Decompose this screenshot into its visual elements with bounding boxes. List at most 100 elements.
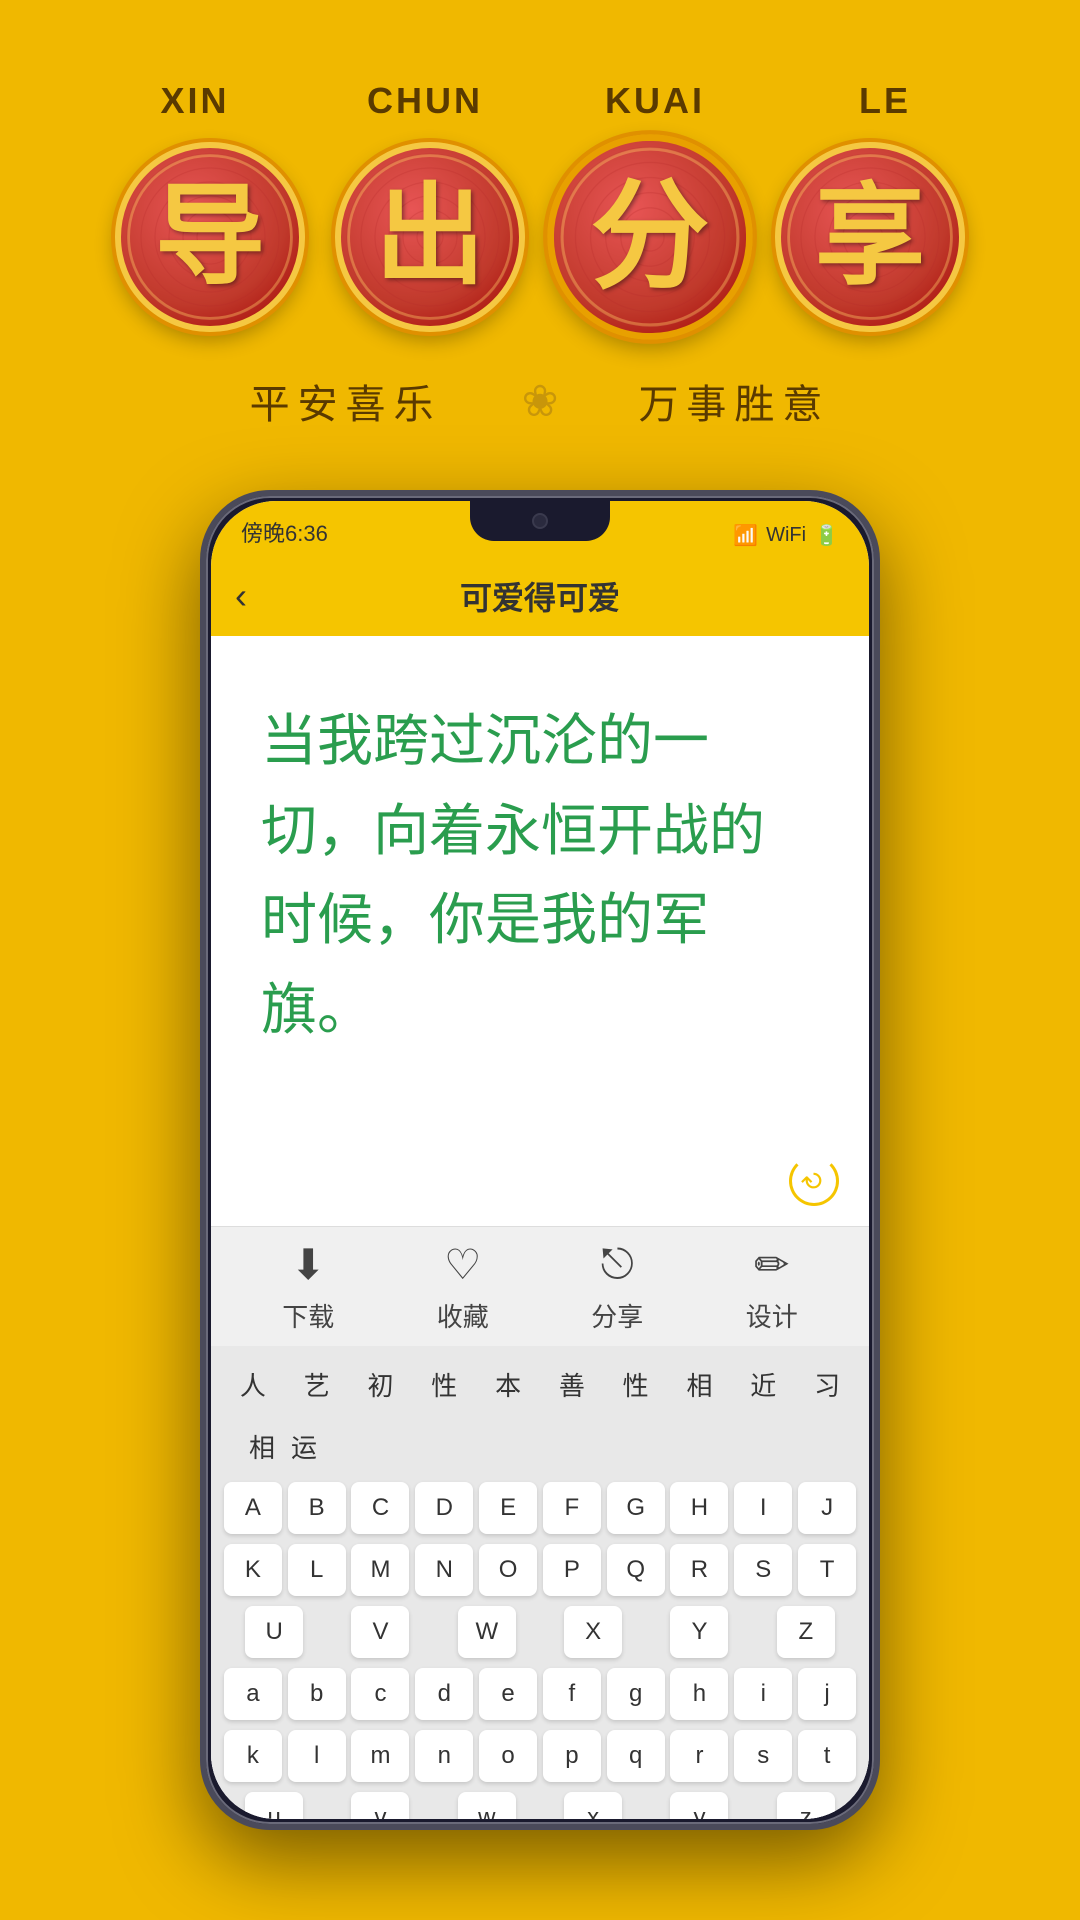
power-button (200, 736, 204, 836)
download-label: 下载 (282, 1297, 334, 1334)
key-D[interactable]: D (415, 1482, 473, 1534)
key-Y[interactable]: Y (670, 1606, 728, 1658)
key-u[interactable]: u (245, 1792, 303, 1819)
sub-row: 平安喜乐 ❀ 万事胜意 (250, 372, 831, 430)
content-area: 当我跨过沉沦的一切，向着永恒开战的时候，你是我的军旗。 ↻ ⬇ 下载 ♡ 收藏 (211, 636, 869, 1819)
coin-chun[interactable]: 出 (335, 142, 525, 332)
key-xing1[interactable]: 性 (423, 1358, 465, 1410)
key-xiang2[interactable]: 相 (241, 1420, 283, 1472)
key-xing2[interactable]: 性 (615, 1358, 657, 1410)
labels-row: XIN CHUN KUAI LE (110, 80, 970, 122)
key-J[interactable]: J (798, 1482, 856, 1534)
key-xi[interactable]: 习 (806, 1358, 848, 1410)
coins-row: 导 出 分 享 (115, 142, 965, 332)
key-A[interactable]: A (224, 1482, 282, 1534)
key-d[interactable]: d (415, 1668, 473, 1720)
key-q[interactable]: q (607, 1730, 665, 1782)
keyboard-row-a-j: A B C D E F G H I J (221, 1482, 859, 1534)
key-n[interactable]: n (415, 1730, 473, 1782)
key-chu[interactable]: 初 (359, 1358, 401, 1410)
back-button[interactable]: ‹ (235, 575, 247, 617)
key-g[interactable]: g (607, 1668, 665, 1720)
label-kuai: KUAI (570, 80, 740, 122)
key-V[interactable]: V (351, 1606, 409, 1658)
key-M[interactable]: M (351, 1544, 409, 1596)
key-G[interactable]: G (607, 1482, 665, 1534)
keyboard-row-a-j-lower: a b c d e f g h i j (221, 1668, 859, 1720)
key-a[interactable]: a (224, 1668, 282, 1720)
key-X[interactable]: X (564, 1606, 622, 1658)
text-display: 当我跨过沉沦的一切，向着永恒开战的时候，你是我的军旗。 ↻ (211, 636, 869, 1226)
coin-xin[interactable]: 导 (115, 142, 305, 332)
key-shan[interactable]: 善 (551, 1358, 593, 1410)
key-j[interactable]: j (798, 1668, 856, 1720)
key-w[interactable]: w (458, 1792, 516, 1819)
key-v[interactable]: v (351, 1792, 409, 1819)
key-F[interactable]: F (543, 1482, 601, 1534)
key-yun[interactable]: 运 (283, 1420, 325, 1472)
key-h[interactable]: h (670, 1668, 728, 1720)
wifi-icon: WiFi (766, 524, 806, 547)
favorite-action[interactable]: ♡ 收藏 (437, 1240, 489, 1334)
key-ren[interactable]: 人 (232, 1358, 274, 1410)
key-E[interactable]: E (479, 1482, 537, 1534)
key-f[interactable]: f (543, 1668, 601, 1720)
key-W[interactable]: W (458, 1606, 516, 1658)
key-xiang1[interactable]: 相 (678, 1358, 720, 1410)
key-s[interactable]: s (734, 1730, 792, 1782)
key-Q[interactable]: Q (607, 1544, 665, 1596)
key-K[interactable]: K (224, 1544, 282, 1596)
status-time: 傍晚6:36 (241, 516, 328, 548)
key-R[interactable]: R (670, 1544, 728, 1596)
coin-le[interactable]: 享 (775, 142, 965, 332)
coin-kuai[interactable]: 分 (547, 134, 752, 339)
phone-notch (470, 501, 610, 541)
key-jin[interactable]: 近 (742, 1358, 784, 1410)
key-B[interactable]: B (288, 1482, 346, 1534)
design-action[interactable]: ✏ 设计 (746, 1240, 798, 1334)
key-P[interactable]: P (543, 1544, 601, 1596)
key-Z[interactable]: Z (777, 1606, 835, 1658)
key-C[interactable]: C (351, 1482, 409, 1534)
key-r[interactable]: r (670, 1730, 728, 1782)
key-U[interactable]: U (245, 1606, 303, 1658)
page-title: 可爱得可爱 (460, 573, 620, 619)
phone-screen: 傍晚6:36 📶 WiFi 🔋 ‹ 可爱得可爱 当我跨过沉沦的一切，向着永恒开战… (211, 501, 869, 1819)
key-c[interactable]: c (351, 1668, 409, 1720)
key-ben[interactable]: 本 (487, 1358, 529, 1410)
download-action[interactable]: ⬇ 下载 (282, 1240, 334, 1334)
favorite-icon: ♡ (444, 1240, 482, 1289)
share-label: 分享 (591, 1297, 643, 1334)
key-k[interactable]: k (224, 1730, 282, 1782)
key-H[interactable]: H (670, 1482, 728, 1534)
keyboard-row-k-t: K L M N O P Q R S T (221, 1544, 859, 1596)
key-p[interactable]: p (543, 1730, 601, 1782)
key-y[interactable]: y (670, 1792, 728, 1819)
key-e[interactable]: e (479, 1668, 537, 1720)
phone-container: 傍晚6:36 📶 WiFi 🔋 ‹ 可爱得可爱 当我跨过沉沦的一切，向着永恒开战… (0, 490, 1080, 1830)
key-i[interactable]: i (734, 1668, 792, 1720)
favorite-label: 收藏 (437, 1297, 489, 1334)
key-O[interactable]: O (479, 1544, 537, 1596)
share-action[interactable]: ⎋ 分享 (591, 1240, 643, 1334)
key-t[interactable]: t (798, 1730, 856, 1782)
keyboard-row-u-z-lower: u v w x y z (221, 1792, 859, 1819)
camera-icon (532, 513, 548, 529)
key-N[interactable]: N (415, 1544, 473, 1596)
key-o[interactable]: o (479, 1730, 537, 1782)
sub-text-left: 平安喜乐 (250, 372, 442, 430)
app-header: ‹ 可爱得可爱 (211, 556, 869, 636)
coin-char-le: 享 (815, 182, 925, 292)
refresh-icon[interactable]: ↻ (789, 1156, 839, 1206)
keyboard-area: 人 艺 初 性 本 善 性 相 近 习 相 运 (211, 1346, 869, 1819)
key-b[interactable]: b (288, 1668, 346, 1720)
key-yi[interactable]: 艺 (296, 1358, 338, 1410)
key-T[interactable]: T (798, 1544, 856, 1596)
key-L[interactable]: L (288, 1544, 346, 1596)
key-m[interactable]: m (351, 1730, 409, 1782)
key-l[interactable]: l (288, 1730, 346, 1782)
key-S[interactable]: S (734, 1544, 792, 1596)
key-x[interactable]: x (564, 1792, 622, 1819)
key-z[interactable]: z (777, 1792, 835, 1819)
key-I[interactable]: I (734, 1482, 792, 1534)
